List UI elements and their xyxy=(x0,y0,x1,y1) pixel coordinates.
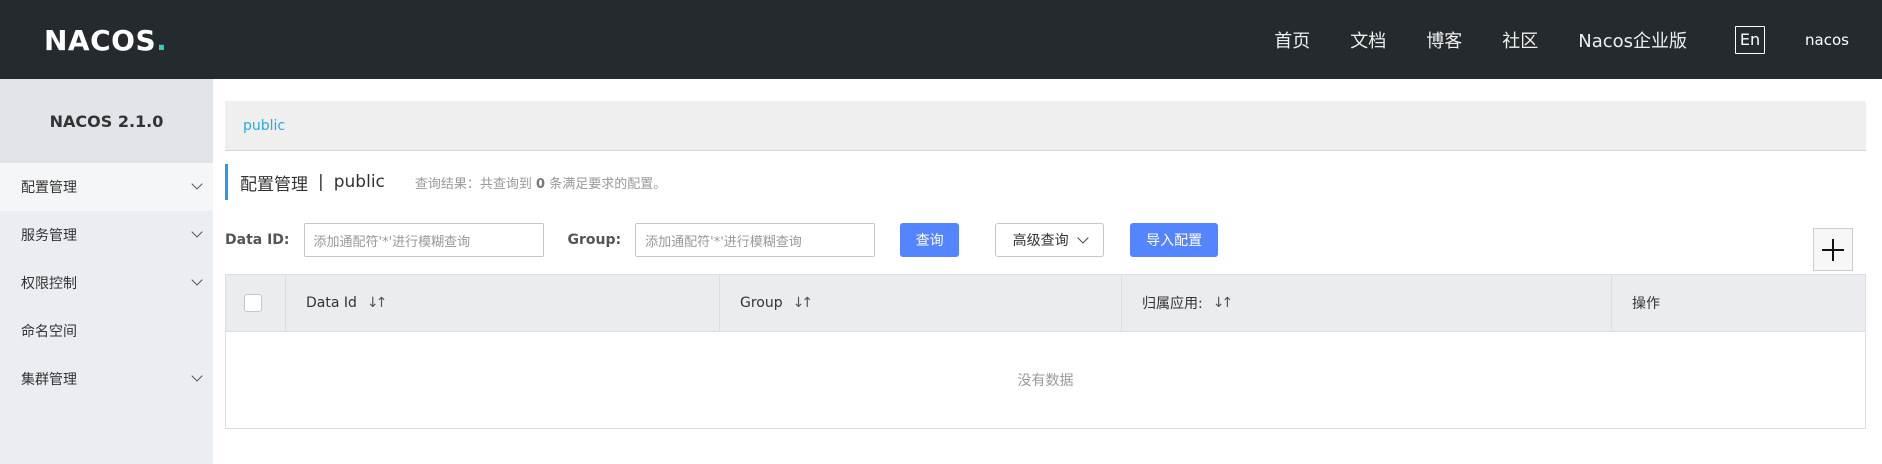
result-prefix: 查询结果：共查询到 xyxy=(414,176,532,192)
column-label: Data Id xyxy=(306,295,357,311)
group-input[interactable]: 添加通配符'*'进行模糊查询 xyxy=(635,223,876,257)
namespace-bar: public xyxy=(225,101,1866,151)
empty-state-text: 没有数据 xyxy=(1017,373,1074,389)
import-config-button[interactable]: 导入配置 xyxy=(1130,223,1219,257)
top-header: NACOS. 首页 文档 博客 社区 Nacos企业版 En nacos xyxy=(0,0,1882,79)
sidebar-item-config-management[interactable]: 配置管理 xyxy=(0,163,213,211)
nav-home[interactable]: 首页 xyxy=(1274,27,1310,53)
select-all-cell xyxy=(226,275,286,331)
version-title: NACOS 2.1.0 xyxy=(0,79,213,163)
chevron-down-icon xyxy=(191,226,203,238)
sort-icon[interactable]: ↓↑ xyxy=(367,295,388,311)
sidebar-item-namespace[interactable]: 命名空间 xyxy=(0,307,213,355)
column-group[interactable]: Group ↓↑ xyxy=(720,275,1122,331)
language-toggle-button[interactable]: En xyxy=(1735,25,1766,54)
column-data-id[interactable]: Data Id ↓↑ xyxy=(286,275,720,331)
nav-blog[interactable]: 博客 xyxy=(1426,27,1462,53)
sort-icon[interactable]: ↓↑ xyxy=(1213,295,1234,311)
table-header: Data Id ↓↑ Group ↓↑ 归属应用: ↓↑ 操作 xyxy=(226,275,1865,332)
sidebar-item-label: 服务管理 xyxy=(21,228,77,244)
result-suffix: 条满足要求的配置。 xyxy=(549,176,667,192)
nav-community[interactable]: 社区 xyxy=(1502,27,1538,53)
user-menu[interactable]: nacos xyxy=(1805,31,1849,49)
add-config-button[interactable] xyxy=(1813,228,1853,271)
advanced-query-label: 高级查询 xyxy=(1012,233,1069,249)
title-separator: | xyxy=(318,172,324,192)
column-actions: 操作 xyxy=(1612,275,1865,331)
column-label: 操作 xyxy=(1632,296,1660,312)
chevron-down-icon xyxy=(191,370,203,382)
group-label: Group: xyxy=(567,232,622,248)
chevron-down-icon xyxy=(191,274,203,286)
plus-icon xyxy=(1822,238,1844,261)
column-label: 归属应用: xyxy=(1142,296,1203,312)
column-label: Group xyxy=(740,295,783,311)
current-namespace: public xyxy=(333,172,385,192)
data-id-input[interactable]: 添加通配符'*'进行模糊查询 xyxy=(303,223,544,257)
query-button[interactable]: 查询 xyxy=(900,223,960,257)
namespace-link-public[interactable]: public xyxy=(243,118,285,134)
nacos-logo[interactable]: NACOS. xyxy=(44,22,167,58)
sidebar-item-label: 配置管理 xyxy=(21,180,77,196)
select-all-checkbox[interactable] xyxy=(244,294,262,312)
sidebar-item-cluster-management[interactable]: 集群管理 xyxy=(0,355,213,403)
top-nav: 首页 文档 博客 社区 Nacos企业版 En nacos xyxy=(1234,0,1882,79)
sidebar-item-label: 权限控制 xyxy=(21,276,77,292)
sidebar-item-label: 集群管理 xyxy=(21,372,77,388)
advanced-query-button[interactable]: 高级查询 xyxy=(995,223,1105,257)
column-app[interactable]: 归属应用: ↓↑ xyxy=(1122,275,1612,331)
nav-docs[interactable]: 文档 xyxy=(1350,27,1386,53)
sort-icon[interactable]: ↓↑ xyxy=(793,295,814,311)
logo-text: NACOS xyxy=(44,23,157,57)
sidebar-item-label: 命名空间 xyxy=(21,324,77,340)
config-table: Data Id ↓↑ Group ↓↑ 归属应用: ↓↑ 操作 没有数据 xyxy=(225,274,1866,429)
result-count: 0 xyxy=(536,176,546,192)
page-title-row: 配置管理 | public 查询结果：共查询到 0 条满足要求的配置。 xyxy=(225,164,1225,200)
sidebar: NACOS 2.1.0 配置管理 服务管理 权限控制 命名空间 集群管理 xyxy=(0,79,213,464)
chevron-down-icon xyxy=(191,178,203,190)
nav-enterprise[interactable]: Nacos企业版 xyxy=(1578,27,1687,53)
table-body-empty: 没有数据 xyxy=(226,332,1865,428)
sidebar-item-access-control[interactable]: 权限控制 xyxy=(0,259,213,307)
page-title: 配置管理 xyxy=(240,174,308,195)
sidebar-item-service-management[interactable]: 服务管理 xyxy=(0,211,213,259)
query-result-summary: 查询结果：共查询到 0 条满足要求的配置。 xyxy=(415,173,666,192)
filter-row: Data ID: 添加通配符'*'进行模糊查询 Group: 添加通配符'*'进… xyxy=(225,223,1725,257)
data-id-label: Data ID: xyxy=(225,232,290,248)
logo-dot: . xyxy=(156,23,168,57)
chevron-down-icon xyxy=(1076,232,1089,244)
